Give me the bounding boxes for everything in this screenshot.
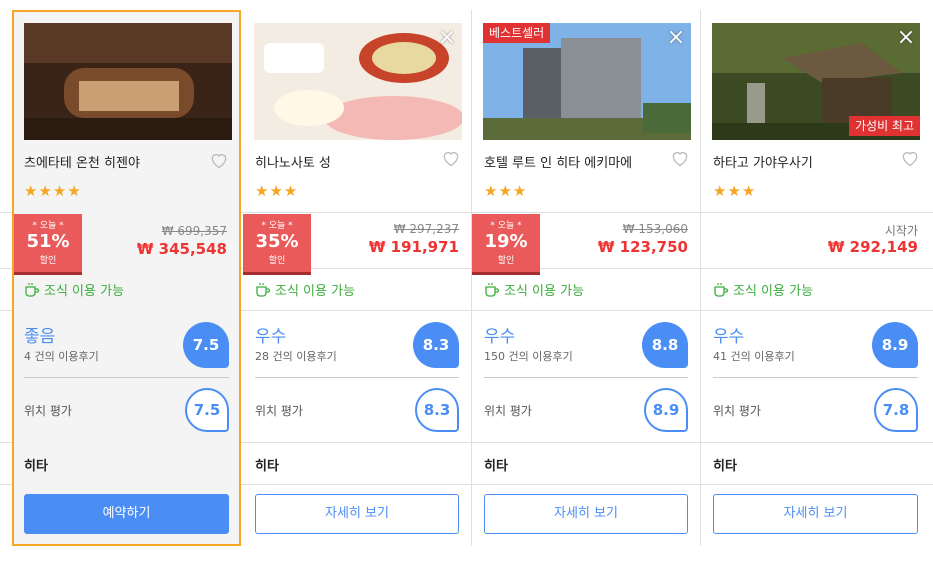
hotel-name[interactable]: 하타고 가야우사기: [713, 152, 813, 171]
heart-icon[interactable]: [900, 148, 920, 168]
hotel-card[interactable]: 베스트셀러 × 호텔 루트 인 히타 에키마에 ★★★ * 오늘 * 19% 할…: [472, 10, 701, 546]
discount-badge-top: * 오늘 *: [261, 221, 293, 231]
discount-badge-bottom: 할인: [268, 256, 286, 266]
heart-icon[interactable]: [441, 148, 461, 168]
close-icon[interactable]: ×: [664, 26, 688, 50]
city-name: 히타: [713, 459, 737, 474]
bestseller-tag: 베스트셀러: [483, 23, 551, 43]
coffee-cup-icon: [485, 282, 500, 297]
coffee-cup-icon: [25, 282, 40, 297]
review-count[interactable]: 4 건의 이용후기: [24, 348, 99, 364]
location-label: 위치 평가: [484, 404, 532, 418]
price[interactable]: ₩ 292,149: [828, 238, 918, 256]
hotel-name[interactable]: 츠에타테 온천 히젠야: [24, 152, 140, 171]
breakfast-label: 조식 이용 가능: [504, 284, 585, 299]
review-score: 8.9: [872, 322, 918, 368]
price[interactable]: ₩ 345,548: [137, 240, 227, 258]
hotel-compare-panel: 츠에타테 온천 히젠야 ★★★★ * 오늘 * 51% 할인 ₩ 699,357…: [0, 0, 933, 564]
breakfast-info: 조식 이용 가능: [24, 280, 124, 299]
rating-label: 우수: [713, 327, 745, 347]
discount-percent: 19%: [484, 231, 528, 252]
discount-badge-top: * 오늘 *: [490, 221, 522, 231]
hotel-name[interactable]: 히나노사토 성: [255, 152, 331, 171]
location-label: 위치 평가: [24, 404, 72, 418]
city-name: 히타: [255, 459, 279, 474]
original-price: ₩ 699,357: [161, 224, 227, 238]
discount-badge-top: * 오늘 *: [32, 221, 64, 231]
review-count[interactable]: 28 건의 이용후기: [255, 348, 337, 364]
original-price: ₩ 153,060: [622, 222, 688, 236]
location-score: 8.3: [415, 388, 459, 432]
divider: [713, 377, 918, 378]
details-button[interactable]: 자세히 보기: [484, 494, 688, 534]
best-value-tag: 가성비 최고: [848, 116, 920, 136]
hotel-card[interactable]: 가성비 최고 × 하타고 가야우사기 ★★★ 시작가 ₩ 292,149 조식 …: [701, 10, 930, 546]
coffee-cup-icon: [256, 282, 271, 297]
location-score: 7.5: [185, 388, 229, 432]
discount-badge: * 오늘 * 19% 할인: [472, 214, 540, 275]
location-score: 8.9: [644, 388, 688, 432]
review-score: 7.5: [183, 322, 229, 368]
breakfast-info: 조식 이용 가능: [484, 280, 584, 299]
review-count[interactable]: 150 건의 이용후기: [484, 348, 573, 364]
starting-price-label: 시작가: [884, 224, 918, 238]
close-icon[interactable]: ×: [435, 26, 459, 50]
divider: [24, 377, 229, 378]
location-score: 7.8: [874, 388, 918, 432]
discount-badge-bottom: 할인: [39, 256, 57, 266]
details-button[interactable]: 자세히 보기: [255, 494, 459, 534]
details-button[interactable]: 자세히 보기: [713, 494, 918, 534]
location-label: 위치 평가: [255, 404, 303, 418]
hotel-photo[interactable]: [24, 23, 232, 140]
rating-label: 우수: [255, 327, 287, 347]
star-rating: ★★★: [713, 182, 757, 200]
star-rating: ★★★: [255, 182, 299, 200]
breakfast-label: 조식 이용 가능: [275, 284, 356, 299]
hotel-card[interactable]: 츠에타테 온천 히젠야 ★★★★ * 오늘 * 51% 할인 ₩ 699,357…: [12, 10, 241, 546]
rating-label: 우수: [484, 327, 516, 347]
divider: [255, 377, 459, 378]
heart-icon[interactable]: [670, 148, 690, 168]
breakfast-info: 조식 이용 가능: [255, 280, 355, 299]
original-price: ₩ 297,237: [393, 222, 459, 236]
close-icon[interactable]: ×: [894, 26, 918, 50]
hotel-photo[interactable]: [254, 23, 462, 140]
breakfast-label: 조식 이용 가능: [44, 284, 125, 299]
discount-badge-bottom: 할인: [497, 256, 515, 266]
discount-badge: * 오늘 * 35% 할인: [243, 214, 311, 275]
discount-badge: * 오늘 * 51% 할인: [14, 214, 82, 275]
discount-percent: 35%: [255, 231, 299, 252]
discount-percent: 51%: [26, 231, 70, 252]
rating-label: 좋음: [24, 327, 56, 347]
breakfast-info: 조식 이용 가능: [713, 280, 813, 299]
review-count[interactable]: 41 건의 이용후기: [713, 348, 795, 364]
divider: [484, 377, 688, 378]
city-name: 히타: [484, 459, 508, 474]
price[interactable]: ₩ 191,971: [369, 238, 459, 256]
star-rating: ★★★★: [24, 182, 82, 200]
hotel-name[interactable]: 호텔 루트 인 히타 에키마에: [484, 152, 632, 171]
review-score: 8.3: [413, 322, 459, 368]
hotel-card[interactable]: × 히나노사토 성 ★★★ * 오늘 * 35% 할인 ₩ 297,237 ₩ …: [243, 10, 472, 546]
location-label: 위치 평가: [713, 404, 761, 418]
coffee-cup-icon: [714, 282, 729, 297]
breakfast-label: 조식 이용 가능: [733, 284, 814, 299]
city-name: 히타: [24, 459, 48, 474]
price[interactable]: ₩ 123,750: [598, 238, 688, 256]
book-button[interactable]: 예약하기: [24, 494, 229, 534]
review-score: 8.8: [642, 322, 688, 368]
star-rating: ★★★: [484, 182, 528, 200]
heart-icon[interactable]: [209, 150, 229, 170]
